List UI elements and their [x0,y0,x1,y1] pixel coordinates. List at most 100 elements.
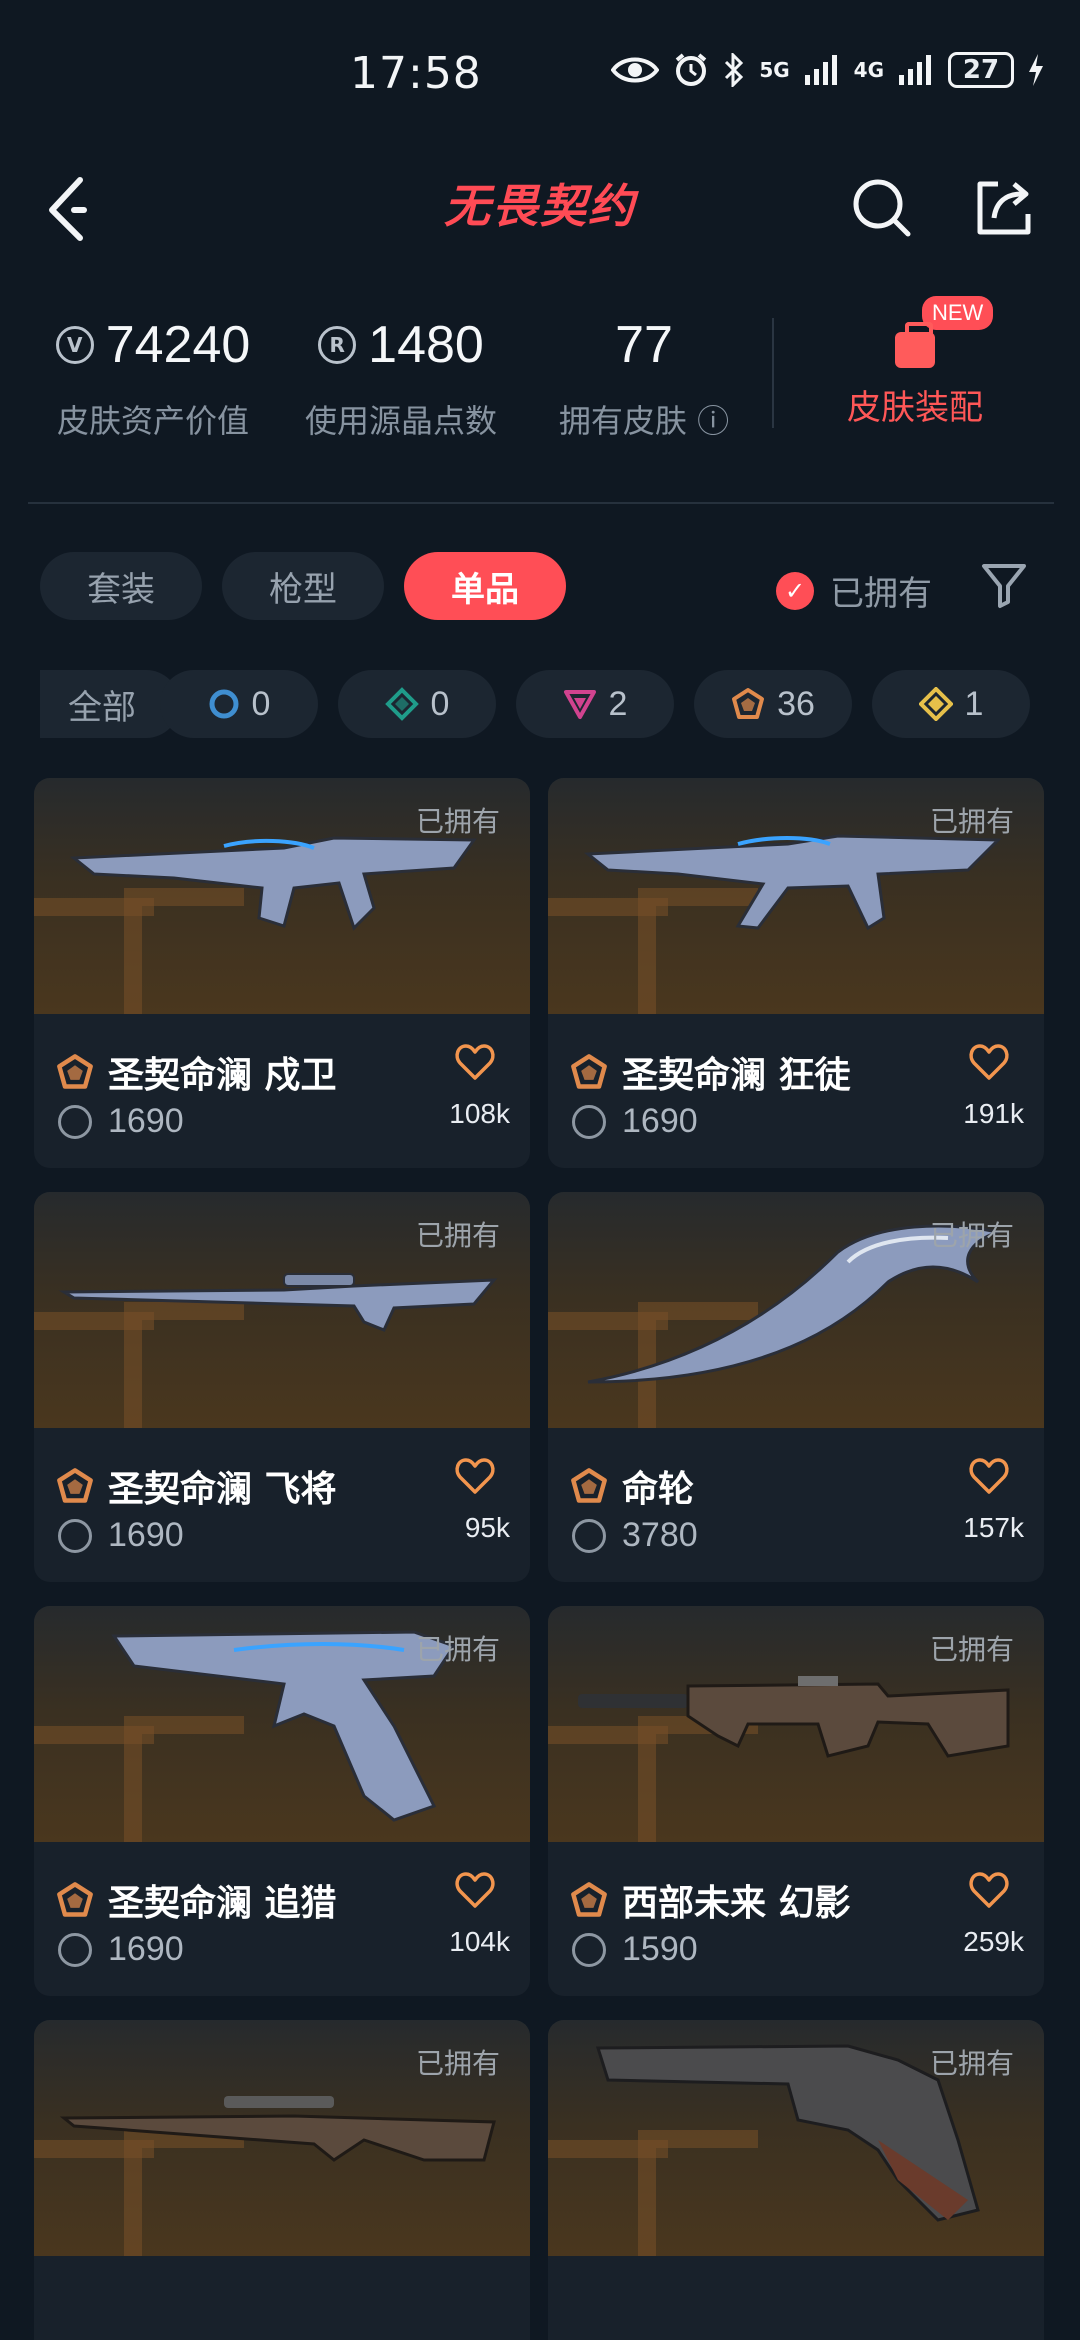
skin-price: 1690 [108,1516,184,1554]
chip-premium-tier[interactable]: 2 [516,670,674,738]
skin-price: 3780 [622,1516,698,1554]
chip-deluxe-tier[interactable]: 0 [338,670,496,738]
deluxe-tier-icon [384,687,419,721]
vp-coin-icon: V [55,326,94,364]
card-title-row: 圣契命澜 狂徒 [570,1046,851,1098]
skin-image: 已拥有 [548,2020,1044,2256]
owned-tag: 已拥有 [415,805,500,838]
skin-image: 已拥有 [34,1192,530,1428]
stat-asset-value-label: 皮肤资产价值 [56,402,249,440]
heart-icon[interactable] [968,1042,1010,1084]
checkmark-icon: ✓ [776,571,814,610]
like-count: 95k [464,1512,510,1543]
tab-bundles[interactable]: 套装 [40,552,202,620]
stat-owned-skins[interactable]: 77 拥有皮肤 ⓘ [554,310,734,442]
skin-card[interactable]: 已拥有 [548,2020,1044,2340]
skin-card[interactable]: 已拥有 西部未来 幻影 1590 259k [548,1606,1044,1996]
tab-single-items[interactable]: 单品 [404,552,566,620]
owned-filter-toggle[interactable]: ✓ 已拥有 [776,566,932,615]
chip-exclusive-tier[interactable]: 1 [872,670,1030,738]
ultra-tier-icon [571,1882,607,1917]
heart-icon[interactable] [968,1456,1010,1498]
network-4g-label: 4G [853,58,884,82]
stats-panel: V 74240 皮肤资产价值 R 1480 使用源晶点数 77 拥有皮肤 ⓘ N… [0,296,1080,470]
eye-icon [611,57,660,83]
exclusive-tier-icon [918,687,953,721]
stat-owned-skins-label: 拥有皮肤 ⓘ [558,402,730,440]
skin-card[interactable]: 已拥有 圣契命澜 戍卫 1690 108k [34,778,530,1168]
radianite-icon: R [318,326,357,364]
search-icon [853,179,911,237]
skin-name: 命轮 [622,1469,695,1510]
stat-asset-value: V 74240 皮肤资产价值 [48,310,258,442]
owned-filter-label: 已拥有 [830,574,932,614]
skin-card[interactable]: 已拥有 圣契命澜 狂徒 1690 191k [548,778,1044,1168]
skin-card[interactable]: 已拥有 圣契命澜 飞将 1690 95k [34,1192,530,1582]
vp-coin-icon [572,1932,606,1967]
chip-all[interactable]: 全部 [40,670,180,738]
share-button[interactable] [972,176,1036,240]
like-count: 108k [449,1098,510,1129]
battery-indicator: 27 [948,52,1014,88]
skin-name: 西部未来 幻影 [622,1883,851,1924]
ultra-tier-icon [57,1468,93,1503]
owned-tag: 已拥有 [415,1633,500,1666]
select-tier-icon [209,689,239,719]
chip-all-label: 全部 [68,687,136,728]
stat-radianite-label: 使用源晶点数 [304,402,497,440]
status-bar: 17:58 5G 4G 27 [0,0,1080,150]
vp-coin-icon [58,1932,92,1967]
chip-ultra-count: 36 [777,684,815,723]
owned-tag: 已拥有 [929,1219,1014,1252]
back-button[interactable] [44,172,104,242]
skin-card[interactable]: 已拥有 圣契命澜 追猎 1690 104k [34,1606,530,1996]
category-tabs: 套装 枪型 单品 [40,552,566,622]
skin-name: 圣契命澜 戍卫 [108,1055,337,1096]
ultra-tier-icon [57,1882,93,1917]
owned-tag: 已拥有 [415,2047,500,2080]
chip-premium-count: 2 [608,684,628,723]
owned-tag: 已拥有 [929,2047,1014,2080]
alarm-icon [676,53,707,86]
heart-icon[interactable] [454,1870,496,1912]
stat-radianite-number: 1480 [368,316,484,374]
filter-icon [982,564,1026,608]
skin-name: 圣契命澜 追猎 [108,1883,337,1924]
skin-image: 已拥有 [548,1192,1044,1428]
skin-card[interactable]: 已拥有 命轮 3780 157k [548,1192,1044,1582]
owned-tag: 已拥有 [929,805,1014,838]
card-title-row: 西部未来 幻影 [570,1874,851,1926]
chip-ultra-tier[interactable]: 36 [694,670,852,738]
card-title-row: 圣契命澜 追猎 [56,1874,337,1926]
filter-button[interactable] [980,560,1028,610]
stat-radianite: R 1480 使用源晶点数 [296,310,506,442]
chip-select-tier[interactable]: 0 [160,670,318,738]
skin-card[interactable]: 已拥有 [34,2020,530,2340]
tab-weapon-type[interactable]: 枪型 [222,552,384,620]
card-title-row: 圣契命澜 飞将 [56,1460,337,1512]
ultra-tier-icon [571,1054,607,1089]
signal-icon-2 [899,55,931,85]
premium-tier-icon [563,690,596,719]
card-title-row: 命轮 [570,1460,694,1512]
back-arrow-icon [49,177,87,241]
skin-price: 1590 [622,1930,698,1968]
vp-coin-icon [58,1518,92,1553]
skin-image: 已拥有 [34,778,530,1014]
network-5g-label: 5G [759,58,790,82]
skin-loadout-button[interactable]: NEW 皮肤装配 [830,296,1000,429]
search-button[interactable] [850,176,914,240]
skin-price: 1690 [622,1102,698,1140]
card-title-row: 圣契命澜 戍卫 [56,1046,337,1098]
card-price-row: 3780 [572,1516,698,1555]
ultra-tier-icon [571,1468,607,1503]
heart-icon[interactable] [454,1042,496,1084]
heart-icon[interactable] [454,1456,496,1498]
skin-name: 圣契命澜 飞将 [108,1469,337,1510]
tier-filter-chips: 全部 0 0 2 36 1 [40,670,1050,740]
stats-divider [772,318,774,428]
heart-icon[interactable] [968,1870,1010,1912]
chip-select-count: 0 [251,684,271,723]
charging-icon [1029,54,1043,86]
share-icon [977,181,1031,235]
